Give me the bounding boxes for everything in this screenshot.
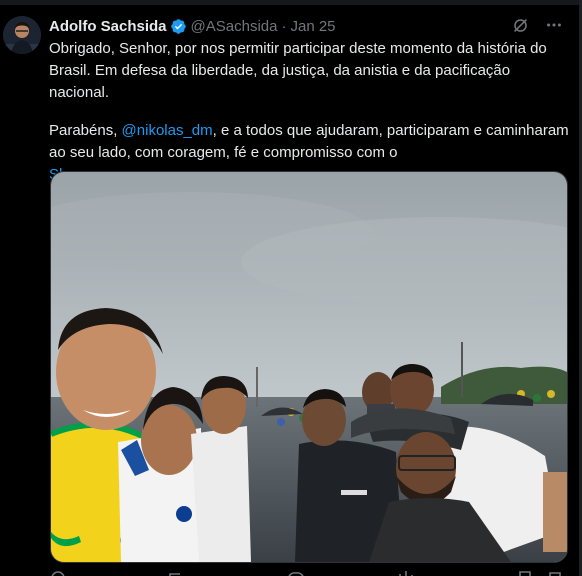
bookmark-icon — [519, 571, 531, 576]
window-top-edge — [0, 0, 582, 5]
tweet-header-actions — [510, 15, 564, 35]
avatar[interactable] — [3, 16, 41, 54]
paragraph-2-start: Parabéns, — [49, 122, 122, 139]
more-options-icon[interactable] — [544, 15, 564, 35]
tweet-header: Adolfo Sachsida @ASachsida · Jan 25 — [49, 16, 336, 36]
tweet-photo[interactable] — [50, 171, 568, 563]
reply-icon — [51, 571, 65, 576]
mention-link[interactable]: @nikolas_dm — [122, 122, 213, 139]
views-icon — [399, 571, 413, 576]
author-handle[interactable]: @ASachsida — [191, 18, 278, 35]
grok-icon[interactable] — [510, 15, 530, 35]
separator-dot: · — [281, 17, 287, 35]
tweet-text: Obrigado, Senhor, por nos permitir parti… — [49, 38, 569, 186]
tweet-paragraph-2: Parabéns, @nikolas_dm, e a todos que aju… — [49, 120, 569, 164]
author-name[interactable]: Adolfo Sachsida — [49, 18, 167, 35]
tweet-paragraph-1: Obrigado, Senhor, por nos permitir parti… — [49, 40, 547, 101]
tweet-date[interactable]: Jan 25 — [290, 18, 335, 35]
verified-badge-icon — [170, 18, 187, 35]
tweet-action-bar — [50, 566, 566, 576]
